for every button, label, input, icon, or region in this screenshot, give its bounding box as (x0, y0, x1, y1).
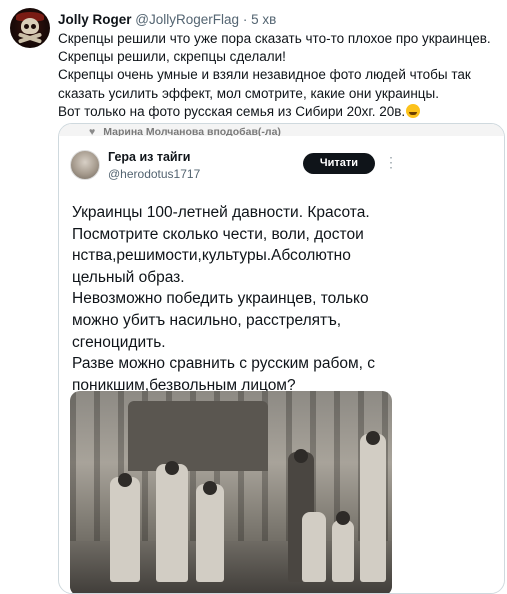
embedded-screenshot: ♥ Марина Молчанова вподобав(-ла) Гера из … (59, 124, 504, 593)
avatar-eye (31, 24, 36, 29)
follow-button[interactable]: Читати (303, 153, 375, 174)
tweet-timestamp[interactable]: 5 хв (251, 12, 276, 27)
photo-figure-head (366, 431, 380, 445)
sweat-smile-emoji-icon (406, 103, 421, 118)
embedded-author-handle[interactable]: @herodotus1717 (108, 167, 200, 181)
photo-figure (156, 464, 188, 582)
tweet-line: Скрепцы решили, скрепцы сделали! (58, 49, 286, 65)
tweet-line: Скрепцы очень умные и взяли незавидное ф… (58, 67, 471, 83)
tweet-line: Вот только на фото русская семья из Сиби… (58, 103, 406, 119)
photo-figure-head (118, 473, 132, 487)
embedded-line: Невозможно победить украинцев, только (72, 290, 369, 308)
photo-figure-head (336, 511, 350, 525)
historical-family-photo[interactable] (70, 391, 392, 593)
embedded-tweet-card: Гера из тайги @herodotus1717 Читати ⋮ Ук… (64, 136, 496, 593)
embedded-line: Разве можно сравнить с русским рабом, с (72, 355, 375, 373)
tweet-header: Jolly Roger @JollyRogerFlag · 5 хв (58, 11, 276, 29)
tweet-text: Скрепцы решили что уже пора сказать что-… (58, 30, 503, 121)
embedded-line: Украинцы 100-летней давности. Красота. (72, 204, 370, 221)
embedded-line: сгеноцидить. (72, 333, 166, 351)
separator-dot: · (242, 12, 248, 27)
embedded-tweet-text: Украинцы 100-летней давности. Красота. П… (72, 202, 492, 396)
photo-figure (332, 520, 354, 582)
author-handle[interactable]: @JollyRogerFlag (135, 12, 239, 27)
photo-hut (128, 401, 268, 471)
author-avatar[interactable] (10, 8, 50, 48)
tweet-line-last: Вот только на фото русская семья из Сиби… (58, 103, 503, 121)
photo-figure (360, 434, 386, 582)
embedded-line: Посмотрите сколько чести, воли, достои (72, 225, 364, 243)
embedded-author-name[interactable]: Гера из тайги (108, 150, 190, 164)
tweet-line: Скрепцы решили что уже пора сказать что-… (58, 31, 491, 46)
embedded-line: нства,решимости,культуры.Абсолютно (72, 247, 351, 265)
tweet-media[interactable]: ♥ Марина Молчанова вподобав(-ла) Гера из … (58, 123, 505, 594)
author-name[interactable]: Jolly Roger (58, 12, 132, 27)
photo-figure-head (294, 449, 308, 463)
photo-figure (196, 484, 224, 582)
photo-figure (110, 477, 140, 582)
embedded-line: можно убитъ насильно, расстрелятъ, (72, 311, 342, 329)
tweet-line: сказать усилить эффект, мол смотрите, ка… (58, 85, 439, 101)
photo-figure-head (165, 461, 179, 475)
more-vertical-icon[interactable]: ⋮ (384, 152, 398, 172)
embedded-line: цельный образ. (72, 268, 185, 286)
photo-figure (302, 512, 326, 582)
photo-figure-head (203, 481, 217, 495)
avatar-eye (24, 24, 29, 29)
embedded-author-avatar[interactable] (70, 150, 100, 180)
